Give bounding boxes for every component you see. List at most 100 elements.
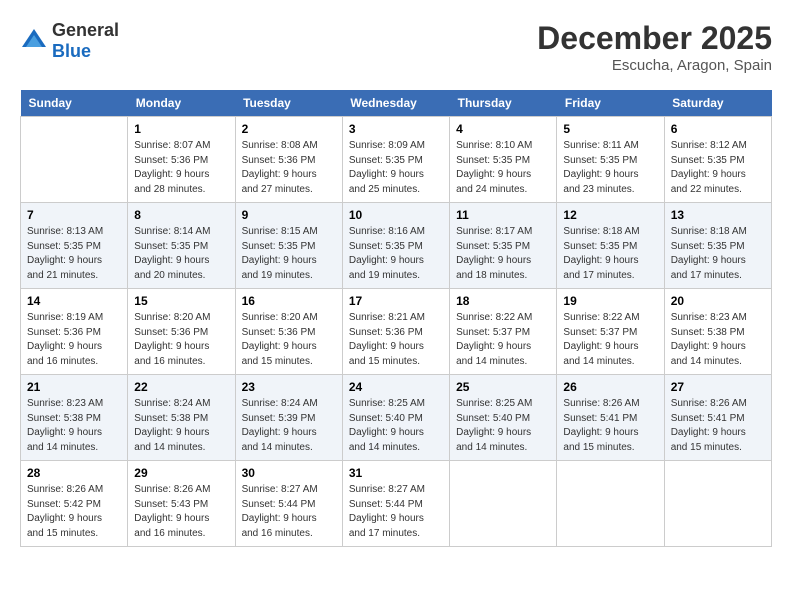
day-info: Sunrise: 8:07 AMSunset: 5:36 PMDaylight:… xyxy=(134,139,228,197)
calendar-cell: 9 Sunrise: 8:15 AMSunset: 5:35 PMDayligh… xyxy=(235,203,342,289)
calendar-cell xyxy=(664,461,771,547)
day-number: 19 xyxy=(563,294,657,308)
calendar-cell: 15 Sunrise: 8:20 AMSunset: 5:36 PMDaylig… xyxy=(128,289,235,375)
day-number: 2 xyxy=(242,122,336,136)
day-number: 31 xyxy=(349,466,443,480)
day-info: Sunrise: 8:12 AMSunset: 5:35 PMDaylight:… xyxy=(671,139,765,197)
day-number: 12 xyxy=(563,208,657,222)
calendar-cell: 16 Sunrise: 8:20 AMSunset: 5:36 PMDaylig… xyxy=(235,289,342,375)
calendar-cell: 29 Sunrise: 8:26 AMSunset: 5:43 PMDaylig… xyxy=(128,461,235,547)
day-number: 30 xyxy=(242,466,336,480)
day-info: Sunrise: 8:24 AMSunset: 5:38 PMDaylight:… xyxy=(134,397,228,455)
day-info: Sunrise: 8:26 AMSunset: 5:42 PMDaylight:… xyxy=(27,483,121,541)
day-header-wednesday: Wednesday xyxy=(342,90,449,117)
calendar-cell: 6 Sunrise: 8:12 AMSunset: 5:35 PMDayligh… xyxy=(664,117,771,203)
day-number: 5 xyxy=(563,122,657,136)
day-info: Sunrise: 8:19 AMSunset: 5:36 PMDaylight:… xyxy=(27,311,121,369)
day-number: 4 xyxy=(456,122,550,136)
day-info: Sunrise: 8:18 AMSunset: 5:35 PMDaylight:… xyxy=(563,225,657,283)
day-number: 3 xyxy=(349,122,443,136)
day-number: 16 xyxy=(242,294,336,308)
calendar-cell: 2 Sunrise: 8:08 AMSunset: 5:36 PMDayligh… xyxy=(235,117,342,203)
calendar-cell: 17 Sunrise: 8:21 AMSunset: 5:36 PMDaylig… xyxy=(342,289,449,375)
day-info: Sunrise: 8:23 AMSunset: 5:38 PMDaylight:… xyxy=(671,311,765,369)
day-number: 21 xyxy=(27,380,121,394)
day-info: Sunrise: 8:10 AMSunset: 5:35 PMDaylight:… xyxy=(456,139,550,197)
day-info: Sunrise: 8:18 AMSunset: 5:35 PMDaylight:… xyxy=(671,225,765,283)
day-number: 26 xyxy=(563,380,657,394)
day-number: 14 xyxy=(27,294,121,308)
calendar-cell: 12 Sunrise: 8:18 AMSunset: 5:35 PMDaylig… xyxy=(557,203,664,289)
calendar-cell: 23 Sunrise: 8:24 AMSunset: 5:39 PMDaylig… xyxy=(235,375,342,461)
day-number: 17 xyxy=(349,294,443,308)
calendar-cell: 10 Sunrise: 8:16 AMSunset: 5:35 PMDaylig… xyxy=(342,203,449,289)
day-number: 1 xyxy=(134,122,228,136)
calendar-cell: 28 Sunrise: 8:26 AMSunset: 5:42 PMDaylig… xyxy=(21,461,128,547)
day-number: 8 xyxy=(134,208,228,222)
day-info: Sunrise: 8:21 AMSunset: 5:36 PMDaylight:… xyxy=(349,311,443,369)
day-number: 22 xyxy=(134,380,228,394)
logo-text-blue: Blue xyxy=(52,41,91,61)
day-info: Sunrise: 8:14 AMSunset: 5:35 PMDaylight:… xyxy=(134,225,228,283)
calendar-week-row: 21 Sunrise: 8:23 AMSunset: 5:38 PMDaylig… xyxy=(21,375,772,461)
calendar-cell: 1 Sunrise: 8:07 AMSunset: 5:36 PMDayligh… xyxy=(128,117,235,203)
day-number: 25 xyxy=(456,380,550,394)
day-info: Sunrise: 8:15 AMSunset: 5:35 PMDaylight:… xyxy=(242,225,336,283)
day-number: 7 xyxy=(27,208,121,222)
calendar-cell: 19 Sunrise: 8:22 AMSunset: 5:37 PMDaylig… xyxy=(557,289,664,375)
day-info: Sunrise: 8:08 AMSunset: 5:36 PMDaylight:… xyxy=(242,139,336,197)
day-number: 6 xyxy=(671,122,765,136)
calendar-week-row: 14 Sunrise: 8:19 AMSunset: 5:36 PMDaylig… xyxy=(21,289,772,375)
day-header-tuesday: Tuesday xyxy=(235,90,342,117)
calendar-cell: 5 Sunrise: 8:11 AMSunset: 5:35 PMDayligh… xyxy=(557,117,664,203)
day-info: Sunrise: 8:23 AMSunset: 5:38 PMDaylight:… xyxy=(27,397,121,455)
calendar-week-row: 1 Sunrise: 8:07 AMSunset: 5:36 PMDayligh… xyxy=(21,117,772,203)
day-header-thursday: Thursday xyxy=(450,90,557,117)
day-number: 20 xyxy=(671,294,765,308)
calendar-cell: 22 Sunrise: 8:24 AMSunset: 5:38 PMDaylig… xyxy=(128,375,235,461)
calendar-cell: 8 Sunrise: 8:14 AMSunset: 5:35 PMDayligh… xyxy=(128,203,235,289)
day-number: 15 xyxy=(134,294,228,308)
calendar-cell xyxy=(21,117,128,203)
day-info: Sunrise: 8:26 AMSunset: 5:41 PMDaylight:… xyxy=(563,397,657,455)
day-info: Sunrise: 8:22 AMSunset: 5:37 PMDaylight:… xyxy=(456,311,550,369)
day-info: Sunrise: 8:26 AMSunset: 5:43 PMDaylight:… xyxy=(134,483,228,541)
day-info: Sunrise: 8:17 AMSunset: 5:35 PMDaylight:… xyxy=(456,225,550,283)
calendar-cell: 20 Sunrise: 8:23 AMSunset: 5:38 PMDaylig… xyxy=(664,289,771,375)
calendar-week-row: 28 Sunrise: 8:26 AMSunset: 5:42 PMDaylig… xyxy=(21,461,772,547)
day-info: Sunrise: 8:25 AMSunset: 5:40 PMDaylight:… xyxy=(456,397,550,455)
logo-text-general: General xyxy=(52,20,119,40)
day-number: 11 xyxy=(456,208,550,222)
calendar-cell: 3 Sunrise: 8:09 AMSunset: 5:35 PMDayligh… xyxy=(342,117,449,203)
logo: General Blue xyxy=(20,20,119,62)
calendar-cell: 4 Sunrise: 8:10 AMSunset: 5:35 PMDayligh… xyxy=(450,117,557,203)
day-info: Sunrise: 8:25 AMSunset: 5:40 PMDaylight:… xyxy=(349,397,443,455)
calendar-table: SundayMondayTuesdayWednesdayThursdayFrid… xyxy=(20,90,772,547)
calendar-week-row: 7 Sunrise: 8:13 AMSunset: 5:35 PMDayligh… xyxy=(21,203,772,289)
logo-icon xyxy=(20,27,48,55)
calendar-cell xyxy=(450,461,557,547)
calendar-cell: 25 Sunrise: 8:25 AMSunset: 5:40 PMDaylig… xyxy=(450,375,557,461)
calendar-cell: 24 Sunrise: 8:25 AMSunset: 5:40 PMDaylig… xyxy=(342,375,449,461)
page-header: General Blue December 2025 Escucha, Arag… xyxy=(20,20,772,74)
calendar-cell: 11 Sunrise: 8:17 AMSunset: 5:35 PMDaylig… xyxy=(450,203,557,289)
day-number: 24 xyxy=(349,380,443,394)
day-number: 29 xyxy=(134,466,228,480)
day-header-sunday: Sunday xyxy=(21,90,128,117)
day-number: 27 xyxy=(671,380,765,394)
calendar-cell: 14 Sunrise: 8:19 AMSunset: 5:36 PMDaylig… xyxy=(21,289,128,375)
calendar-cell: 26 Sunrise: 8:26 AMSunset: 5:41 PMDaylig… xyxy=(557,375,664,461)
calendar-cell: 7 Sunrise: 8:13 AMSunset: 5:35 PMDayligh… xyxy=(21,203,128,289)
day-number: 13 xyxy=(671,208,765,222)
day-header-saturday: Saturday xyxy=(664,90,771,117)
day-info: Sunrise: 8:09 AMSunset: 5:35 PMDaylight:… xyxy=(349,139,443,197)
day-info: Sunrise: 8:26 AMSunset: 5:41 PMDaylight:… xyxy=(671,397,765,455)
day-info: Sunrise: 8:11 AMSunset: 5:35 PMDaylight:… xyxy=(563,139,657,197)
day-header-friday: Friday xyxy=(557,90,664,117)
day-info: Sunrise: 8:20 AMSunset: 5:36 PMDaylight:… xyxy=(134,311,228,369)
day-number: 28 xyxy=(27,466,121,480)
day-info: Sunrise: 8:22 AMSunset: 5:37 PMDaylight:… xyxy=(563,311,657,369)
location: Escucha, Aragon, Spain xyxy=(537,57,772,74)
calendar-cell: 30 Sunrise: 8:27 AMSunset: 5:44 PMDaylig… xyxy=(235,461,342,547)
calendar-cell: 18 Sunrise: 8:22 AMSunset: 5:37 PMDaylig… xyxy=(450,289,557,375)
